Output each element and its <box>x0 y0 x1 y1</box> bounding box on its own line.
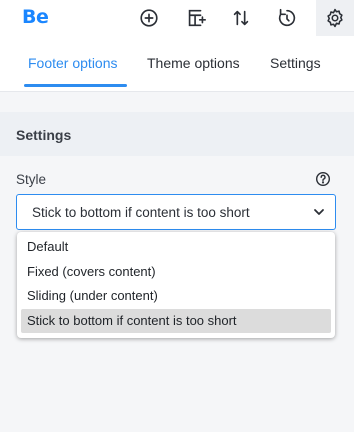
active-tab-indicator <box>24 84 127 87</box>
sort-arrows-icon[interactable] <box>228 5 254 31</box>
style-field-label: Style <box>16 172 47 187</box>
section-title: Settings <box>16 127 72 143</box>
add-circle-icon[interactable] <box>136 5 162 31</box>
tab-settings[interactable]: Settings <box>270 55 321 71</box>
style-dropdown-menu: Default Fixed (covers content) Sliding (… <box>17 232 335 338</box>
top-toolbar: Be <box>0 0 354 40</box>
chevron-down-icon <box>314 209 324 215</box>
style-select-value: Stick to bottom if content is too short <box>32 205 250 220</box>
style-option-default[interactable]: Default <box>21 235 331 259</box>
history-icon[interactable] <box>274 5 300 31</box>
tab-theme-options[interactable]: Theme options <box>147 55 240 71</box>
help-icon[interactable] <box>315 171 331 187</box>
style-option-fixed[interactable]: Fixed (covers content) <box>21 260 331 284</box>
app-logo[interactable]: Be <box>22 6 49 28</box>
tab-footer-options[interactable]: Footer options <box>28 55 118 71</box>
style-option-stick-to-bottom[interactable]: Stick to bottom if content is too short <box>21 309 331 333</box>
gear-icon[interactable] <box>316 0 354 36</box>
style-option-sliding[interactable]: Sliding (under content) <box>21 284 331 308</box>
layout-add-icon[interactable] <box>183 5 209 31</box>
style-select[interactable]: Stick to bottom if content is too short <box>16 194 336 230</box>
